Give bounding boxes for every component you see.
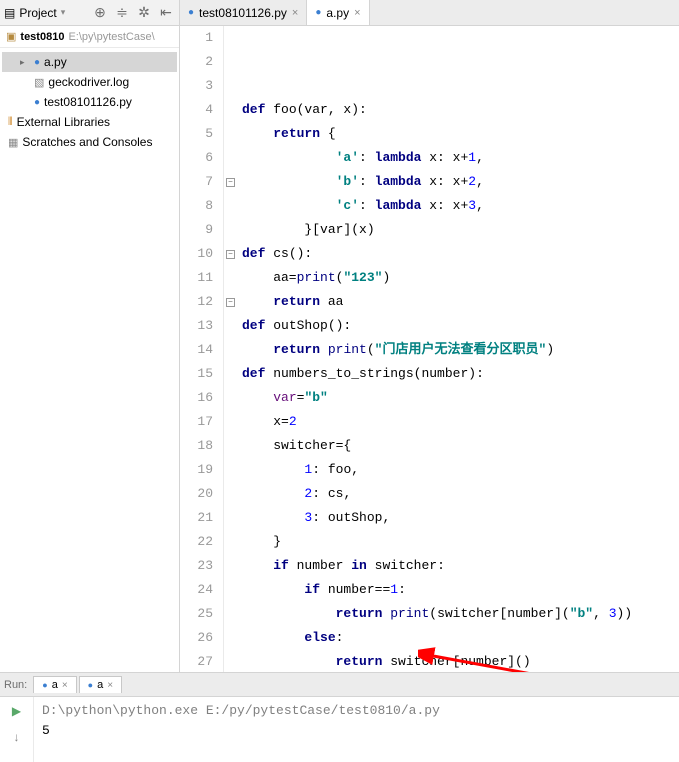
fold-gutter: − − − xyxy=(224,26,238,672)
hide-icon[interactable]: ⇤ xyxy=(157,4,175,22)
output-line: D:\python\python.exe E:/py/pytestCase/te… xyxy=(42,701,671,721)
code-line[interactable]: return switcher[number]() xyxy=(242,650,679,672)
code-line[interactable]: return { xyxy=(242,122,679,146)
run-tab-a[interactable]: ● a × xyxy=(79,676,122,693)
tab-test08101126-py[interactable]: ● test08101126.py × xyxy=(180,0,307,25)
code-line[interactable]: 'a': lambda x: x+1, xyxy=(242,146,679,170)
python-file-icon: ● xyxy=(88,680,93,690)
code-line[interactable]: def cs(): xyxy=(242,242,679,266)
tree-item-label: External Libraries xyxy=(17,115,110,129)
python-file-icon: ● xyxy=(42,680,47,690)
run-tabs-bar: Run: ● a × ● a × xyxy=(0,673,679,697)
code-line[interactable]: var="b" xyxy=(242,386,679,410)
chevron-down-icon: ▾ xyxy=(61,7,66,18)
file-icon: ▧ xyxy=(34,76,44,89)
python-file-icon: ● xyxy=(34,97,40,108)
expand-arrow-icon[interactable]: ▸ xyxy=(20,57,30,68)
fold-toggle[interactable]: − xyxy=(226,298,235,307)
code-line[interactable]: def outShop(): xyxy=(242,314,679,338)
expand-icon[interactable]: ≑ xyxy=(113,4,131,22)
code-line[interactable]: switcher={ xyxy=(242,434,679,458)
code-line[interactable]: 3: outShop, xyxy=(242,506,679,530)
code-line[interactable]: aa=print("123") xyxy=(242,266,679,290)
code-line[interactable]: else: xyxy=(242,626,679,650)
scratch-icon: ▦ xyxy=(8,136,18,149)
code-line[interactable]: 2: cs, xyxy=(242,482,679,506)
code-line[interactable]: 'c': lambda x: x+3, xyxy=(242,194,679,218)
tab-label: a.py xyxy=(326,6,349,20)
code-line[interactable]: 'b': lambda x: x+2, xyxy=(242,170,679,194)
breadcrumb[interactable]: ▣ test0810 E:\py\pytestCase\ xyxy=(0,26,179,48)
python-file-icon: ● xyxy=(315,7,321,18)
run-panel: Run: ● a × ● a × ▶ ↓ D:\python\python.exe E:/… xyxy=(0,672,679,762)
folder-icon: ▣ xyxy=(6,30,16,43)
code-line[interactable]: }[var](x) xyxy=(242,218,679,242)
close-icon[interactable]: × xyxy=(62,680,68,691)
run-label: Run: xyxy=(4,679,27,691)
fold-toggle[interactable]: − xyxy=(226,250,235,259)
close-icon[interactable]: × xyxy=(354,7,360,19)
library-icon: ⫴ xyxy=(8,116,13,129)
run-button[interactable]: ▶ xyxy=(7,701,27,721)
project-sidebar: ▤ Project ▾ ⊕ ≑ ✲ ⇤ ▣ test0810 E:\py\pyt… xyxy=(0,0,180,672)
project-title[interactable]: ▤ Project ▾ xyxy=(4,6,87,20)
editor-pane: ● test08101126.py × ● a.py × 1234567891011121… xyxy=(180,0,679,672)
run-tab-label: a xyxy=(97,679,103,691)
tree-root-scratches-and-consoles[interactable]: ▦ Scratches and Consoles xyxy=(2,132,177,152)
editor-tabs: ● test08101126.py × ● a.py × xyxy=(180,0,679,26)
tree-item-test08101126-py[interactable]: ● test08101126.py xyxy=(2,92,177,112)
python-file-icon: ● xyxy=(34,57,40,68)
scroll-down-button[interactable]: ↓ xyxy=(7,727,27,747)
code-line[interactable]: def numbers_to_strings(number): xyxy=(242,362,679,386)
code-area[interactable]: def foo(var, x): return { 'a': lambda x:… xyxy=(238,26,679,672)
code-line[interactable]: def foo(var, x): xyxy=(242,98,679,122)
code-line[interactable]: 1: foo, xyxy=(242,458,679,482)
python-file-icon: ● xyxy=(188,7,194,18)
line-gutter: 1234567891011121314151617181920212223242… xyxy=(180,26,224,672)
code-line[interactable]: x=2 xyxy=(242,410,679,434)
run-tab-a[interactable]: ● a × xyxy=(33,676,76,693)
run-toolbar: ▶ ↓ xyxy=(0,697,34,762)
tree-root-external-libraries[interactable]: ⫴ External Libraries xyxy=(2,112,177,132)
close-icon[interactable]: × xyxy=(107,680,113,691)
close-icon[interactable]: × xyxy=(292,7,298,19)
project-path: E:\py\pytestCase\ xyxy=(68,31,154,43)
tab-a-py[interactable]: ● a.py × xyxy=(307,0,369,25)
output-line: 5 xyxy=(42,721,671,741)
project-icon: ▤ xyxy=(4,6,15,20)
code-line[interactable]: if number==1: xyxy=(242,578,679,602)
code-line[interactable]: return print("门店用户无法查看分区职员") xyxy=(242,338,679,362)
tree-item-a-py[interactable]: ▸ ● a.py xyxy=(2,52,177,72)
tree-item-label: geckodriver.log xyxy=(48,75,129,89)
run-tab-label: a xyxy=(52,679,58,691)
code-line[interactable]: return print(switcher[number]("b", 3)) xyxy=(242,602,679,626)
tree-item-geckodriver-log[interactable]: ▧ geckodriver.log xyxy=(2,72,177,92)
project-tree: ▸ ● a.py▧ geckodriver.log ● test08101126.py ⫴ E… xyxy=(0,48,179,672)
code-editor[interactable]: 1234567891011121314151617181920212223242… xyxy=(180,26,679,672)
gear-icon[interactable]: ✲ xyxy=(135,4,153,22)
fold-toggle[interactable]: − xyxy=(226,178,235,187)
target-icon[interactable]: ⊕ xyxy=(91,4,109,22)
run-output[interactable]: D:\python\python.exe E:/py/pytestCase/te… xyxy=(34,697,679,762)
code-line[interactable]: return aa xyxy=(242,290,679,314)
tree-item-label: a.py xyxy=(44,55,67,69)
tree-item-label: test08101126.py xyxy=(44,95,132,109)
code-line[interactable]: } xyxy=(242,530,679,554)
code-line[interactable]: if number in switcher: xyxy=(242,554,679,578)
tree-item-label: Scratches and Consoles xyxy=(22,135,152,149)
project-tool-header: ▤ Project ▾ ⊕ ≑ ✲ ⇤ xyxy=(0,0,179,26)
tab-label: test08101126.py xyxy=(199,6,287,20)
project-name: test0810 xyxy=(20,31,64,43)
